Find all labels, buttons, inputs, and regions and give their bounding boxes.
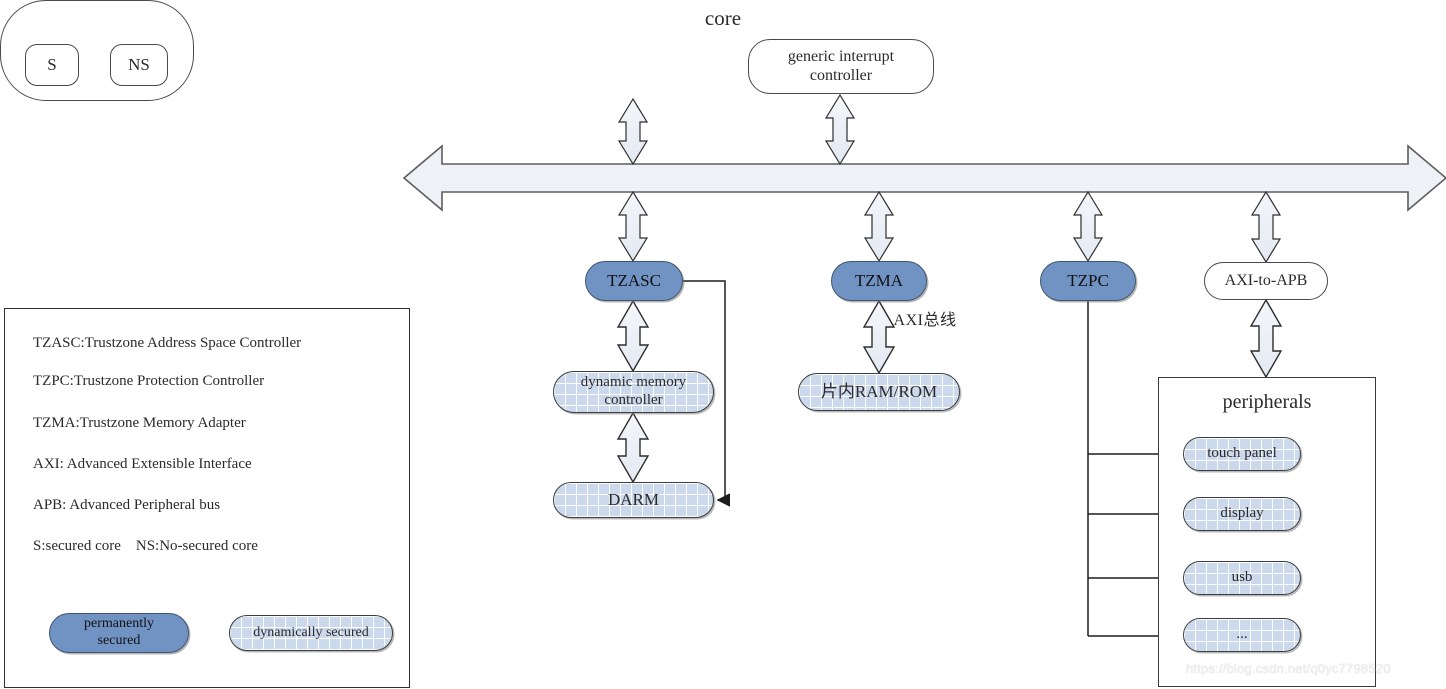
legend-line-tzma: TZMA:Trustzone Memory Adapter [33, 415, 246, 431]
dmc-label-line1: dynamic memory [580, 374, 687, 391]
peripheral-more[interactable]: ... [1183, 618, 1301, 652]
peripheral-touch-panel[interactable]: touch panel [1183, 437, 1301, 471]
legend-line-apb: APB: Advanced Peripheral bus [33, 497, 221, 513]
watermark-text: https://blog.csdn.net/q0yc7798520 [1186, 661, 1391, 676]
core-secure-label: S [47, 54, 57, 74]
peripheral-display[interactable]: display [1183, 497, 1301, 531]
gic-label-line1: generic interrupt [787, 47, 895, 65]
legend-box: TZASC:Trustzone Address Space Controller… [4, 308, 410, 688]
peripheral-usb[interactable]: usb [1183, 561, 1301, 595]
peripheral-display-label: display [1220, 505, 1264, 522]
legend-line-tzasc: TZASC:Trustzone Address Space Controller [33, 335, 302, 351]
dmc-label: dynamic memory controller [554, 374, 713, 409]
peripherals-title: peripherals [1222, 391, 1312, 413]
gic-label: generic interrupt controller [749, 48, 933, 86]
tzma-label: TZMA [854, 270, 904, 290]
core-secure-world[interactable]: S [25, 44, 79, 86]
gic-label-line2: controller [809, 66, 873, 84]
peripheral-touch-panel-label: touch panel [1207, 445, 1277, 462]
legend-key-permanently-secured-line2: secured [97, 633, 141, 648]
legend-key-dynamically-secured-label: dynamically secured [253, 624, 369, 640]
tzpc-block[interactable]: TZPC [1040, 261, 1136, 301]
diagram-canvas: AXI总线 core S NS generic interrupt contro… [0, 0, 1446, 689]
dmc-label-line2: controller [604, 392, 663, 408]
legend-key-dynamically-secured: dynamically secured [229, 615, 393, 651]
axi-to-apb-label: AXI-to-APB [1224, 271, 1308, 289]
legend-key-permanently-secured-label: permanently secured [50, 616, 188, 649]
tzma-block[interactable]: TZMA [831, 261, 927, 301]
tzasc-block[interactable]: TZASC [585, 261, 683, 301]
core-title: core [704, 6, 742, 30]
legend-key-permanently-secured: permanently secured [49, 613, 189, 653]
on-chip-ram-rom[interactable]: 片内RAM/ROM [798, 373, 960, 411]
darm-block[interactable]: DARM [553, 482, 714, 518]
axi-bus: AXI总线 [404, 141, 1446, 329]
tzasc-label: TZASC [607, 270, 661, 290]
axi-to-apb-bridge[interactable]: AXI-to-APB [1204, 262, 1328, 300]
peripheral-usb-label: usb [1231, 569, 1253, 586]
legend-key-permanently-secured-line1: permanently [84, 616, 154, 632]
tzpc-label: TZPC [1067, 270, 1109, 290]
generic-interrupt-controller[interactable]: generic interrupt controller [748, 39, 934, 94]
dynamic-memory-controller[interactable]: dynamic memory controller [553, 371, 714, 413]
arrow-dmc-to-darm [616, 411, 650, 484]
peripheral-more-label: ... [1236, 626, 1248, 643]
core-block[interactable]: core S NS [0, 0, 741, 101]
darm-label: DARM [607, 489, 659, 509]
legend-line-tzpc: TZPC:Trustzone Protection Controller [33, 373, 265, 389]
on-chip-ram-rom-label: 片内RAM/ROM [820, 381, 938, 401]
legend-line-core-modes: S:secured core NS:No-secured core [33, 538, 258, 554]
core-nonsecure-label: NS [128, 54, 150, 74]
core-nonsecure-world[interactable]: NS [110, 44, 168, 86]
legend-line-axi: AXI: Advanced Extensible Interface [33, 456, 252, 472]
